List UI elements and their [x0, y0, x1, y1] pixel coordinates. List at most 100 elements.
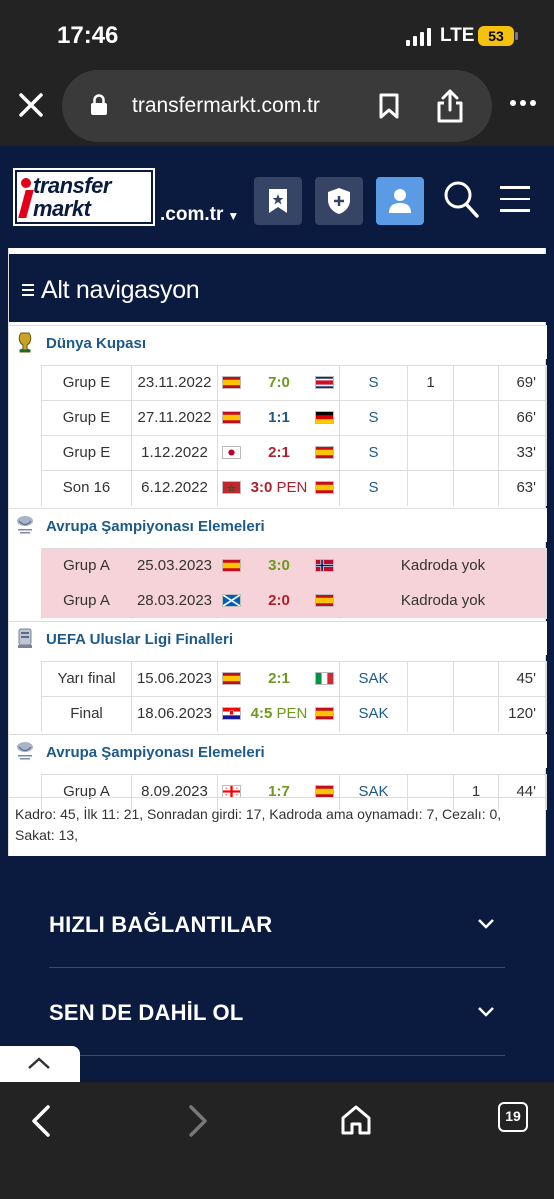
- match-score-link[interactable]: 1:1: [246, 401, 312, 435]
- share-icon[interactable]: [435, 88, 465, 124]
- match-group: Grup A: [41, 584, 131, 619]
- match-note: Kadroda yok: [339, 549, 547, 584]
- match-date: 27.11.2022: [131, 401, 217, 436]
- scotland-flag-icon[interactable]: [222, 594, 241, 607]
- spain-flag-icon[interactable]: [315, 594, 334, 607]
- forward-arrow-icon[interactable]: [187, 1104, 209, 1138]
- minutes-cell: 33': [498, 436, 547, 471]
- match-row: Grup E 23.11.2022 7:0 S 1 69': [41, 365, 547, 401]
- user-icon: [389, 189, 411, 213]
- match-group: Son 16: [41, 471, 131, 506]
- transfermarkt-logo[interactable]: transfer markt: [13, 168, 155, 226]
- match-result-cell: 1:1: [217, 401, 339, 436]
- spain-flag-icon[interactable]: [222, 672, 241, 685]
- match-date: 23.11.2022: [131, 366, 217, 401]
- spain-flag-icon[interactable]: [222, 559, 241, 572]
- match-date: 25.03.2023: [131, 549, 217, 584]
- match-row: Grup A 28.03.2023 2:0 Kadroda yok: [41, 583, 547, 619]
- competition-name-link[interactable]: Dünya Kupası: [46, 335, 146, 352]
- home-icon[interactable]: [340, 1104, 372, 1136]
- spain-flag-icon[interactable]: [222, 411, 241, 424]
- match-result-cell: 3:0: [217, 549, 339, 584]
- euro-qualifiers-icon: [15, 514, 35, 536]
- player-position: SAK: [339, 662, 407, 697]
- match-group: Grup E: [41, 366, 131, 401]
- spain-flag-icon[interactable]: [315, 707, 334, 720]
- more-options-icon[interactable]: [510, 100, 536, 106]
- morocco-flag-icon[interactable]: [222, 481, 241, 494]
- user-account-button[interactable]: [376, 177, 424, 225]
- costa-rica-flag-icon[interactable]: [315, 376, 334, 389]
- assists-cell: [453, 366, 498, 401]
- battery-icon: 53: [478, 26, 518, 46]
- japan-flag-icon[interactable]: [222, 446, 241, 459]
- scroll-to-top-button[interactable]: [0, 1046, 80, 1082]
- caret-down-icon: ▼: [227, 209, 240, 223]
- croatia-flag-icon[interactable]: [222, 707, 241, 720]
- spain-flag-icon[interactable]: [222, 376, 241, 389]
- hamburger-menu-icon[interactable]: [500, 186, 530, 221]
- match-row: Final 18.06.2023 4:5 PEN SAK 120': [41, 696, 547, 732]
- competition-name-link[interactable]: Avrupa Şampiyonası Elemeleri: [46, 518, 265, 535]
- match-score-link[interactable]: 7:0: [246, 366, 312, 400]
- match-score-link[interactable]: 3:0: [246, 549, 312, 583]
- goals-cell: [407, 662, 453, 697]
- match-date: 28.03.2023: [131, 584, 217, 619]
- player-position: SAK: [339, 697, 407, 732]
- network-type: LTE: [440, 25, 475, 46]
- chevron-down-icon: [478, 1007, 494, 1017]
- norway-flag-icon[interactable]: [315, 559, 334, 572]
- menu-lines-icon: [22, 284, 34, 299]
- domain-label: .com.tr: [160, 204, 224, 225]
- spain-flag-icon[interactable]: [315, 446, 334, 459]
- player-position: S: [339, 401, 407, 436]
- goals-cell: [407, 401, 453, 436]
- competition-name-link[interactable]: Avrupa Şampiyonası Elemeleri: [46, 744, 265, 761]
- goals-cell: [407, 697, 453, 732]
- match-date: 18.06.2023: [131, 697, 217, 732]
- match-note: Kadroda yok: [339, 584, 547, 619]
- match-row: Grup A 25.03.2023 3:0 Kadroda yok: [41, 548, 547, 584]
- match-score-link[interactable]: 2:1: [246, 436, 312, 470]
- match-group: Grup E: [41, 401, 131, 436]
- quick-links-label: HIZLI BAĞLANTILAR: [49, 912, 273, 937]
- match-result-cell: 2:1: [217, 662, 339, 697]
- back-arrow-icon[interactable]: [30, 1104, 52, 1138]
- quick-links-section[interactable]: HIZLI BAĞLANTILAR: [49, 880, 505, 968]
- competition-name-link[interactable]: UEFA Uluslar Ligi Finalleri: [46, 631, 233, 648]
- match-score-link[interactable]: 2:0: [246, 584, 312, 618]
- alt-navigation-bar[interactable]: Alt navigasyon: [9, 254, 547, 322]
- url-text: transfermarkt.com.tr: [132, 94, 320, 117]
- match-score-link[interactable]: 2:1: [246, 662, 312, 696]
- match-result-cell: 7:0: [217, 366, 339, 401]
- match-score-link[interactable]: 3:0 PEN: [246, 471, 312, 505]
- match-score-link[interactable]: 4:5 PEN: [246, 697, 312, 731]
- minutes-cell: 69': [498, 366, 547, 401]
- competition-header: Avrupa Şampiyonası Elemeleri: [9, 734, 547, 768]
- germany-flag-icon[interactable]: [315, 411, 334, 424]
- chevron-down-icon: [478, 919, 494, 929]
- spain-flag-icon[interactable]: [315, 481, 334, 494]
- match-group: Grup E: [41, 436, 131, 471]
- nations-league-icon: [15, 627, 35, 649]
- match-row: Grup E 1.12.2022 2:1 S 33': [41, 435, 547, 471]
- close-icon[interactable]: [14, 88, 48, 122]
- assists-cell: [453, 471, 498, 506]
- match-result-cell: 2:0: [217, 584, 339, 619]
- match-result-cell: 4:5 PEN: [217, 697, 339, 732]
- address-bar[interactable]: transfermarkt.com.tr: [62, 70, 492, 142]
- bookmark-icon[interactable]: [378, 93, 400, 119]
- chevron-up-icon: [28, 1057, 50, 1069]
- watchlist-button[interactable]: [254, 177, 302, 225]
- join-section[interactable]: SEN DE DAHİL OL: [49, 968, 505, 1056]
- domain-selector[interactable]: .com.tr ▼: [160, 204, 239, 226]
- my-club-button[interactable]: [315, 177, 363, 225]
- match-row: Grup E 27.11.2022 1:1 S 66': [41, 400, 547, 436]
- status-time: 17:46: [57, 22, 119, 49]
- italy-flag-icon[interactable]: [315, 672, 334, 685]
- minutes-cell: 120': [498, 697, 547, 732]
- search-icon[interactable]: [443, 180, 479, 218]
- assists-cell: [453, 697, 498, 732]
- tab-count-button[interactable]: 19: [498, 1102, 528, 1132]
- player-position: S: [339, 366, 407, 401]
